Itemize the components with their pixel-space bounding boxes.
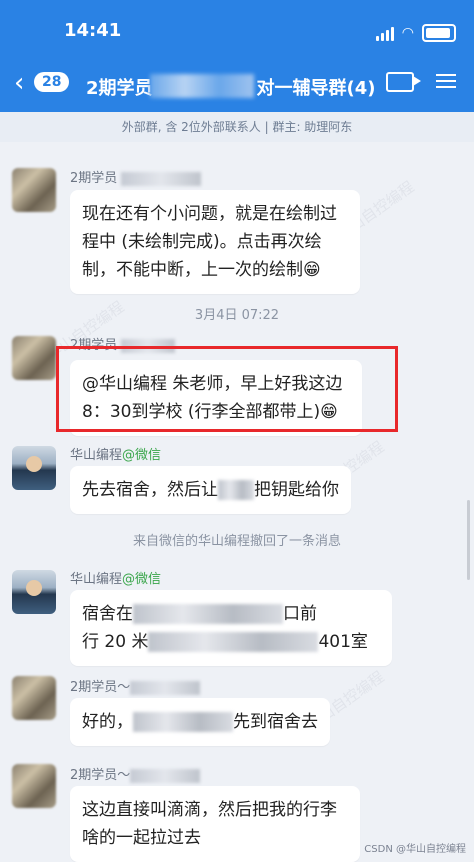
recall-notice: 来自微信的华山编程撤回了一条消息 bbox=[132, 534, 341, 549]
wifi-icon: ◠ bbox=[401, 25, 414, 41]
status-bar: 14:41 ◠ bbox=[0, 18, 474, 48]
sender-name: 2期学员～ bbox=[70, 676, 201, 695]
chat-header: 14:41 ◠ ‹ 28 2期学员 对一辅导群(4) bbox=[0, 0, 474, 112]
highlight-box bbox=[56, 346, 398, 432]
avatar[interactable] bbox=[12, 446, 56, 490]
unread-count-badge[interactable]: 28 bbox=[34, 72, 70, 92]
header-actions bbox=[386, 72, 456, 92]
avatar[interactable] bbox=[12, 168, 56, 212]
group-info-subtitle[interactable]: 外部群, 含 2位外部联系人 | 群主: 助理阿东 bbox=[0, 112, 474, 142]
menu-icon[interactable] bbox=[436, 72, 456, 92]
signal-icon bbox=[375, 25, 394, 41]
sender-name: 华山编程@微信 bbox=[70, 448, 162, 463]
video-call-icon[interactable] bbox=[386, 72, 421, 92]
message-bubble[interactable]: 现在还有个小问题，就是在绘制过程中 (未绘制完成)。点击再次绘制，不能中断，上一… bbox=[70, 190, 360, 294]
status-time: 14:41 bbox=[64, 20, 122, 41]
chat-title-end: 对一辅导群(4) bbox=[256, 78, 376, 99]
chat-title-start: 2期学员 bbox=[86, 78, 153, 99]
status-icons: ◠ bbox=[375, 24, 456, 42]
scrollbar[interactable] bbox=[467, 500, 470, 580]
back-arrow-icon[interactable]: ‹ bbox=[14, 70, 24, 96]
message-bubble[interactable]: 好的， 先到宿舍去 bbox=[70, 698, 330, 746]
avatar[interactable] bbox=[12, 764, 56, 808]
message-bubble[interactable]: 先去宿舍，然后让 把钥匙给你 bbox=[70, 466, 351, 514]
csdn-watermark: CSDN @华山自控编程 bbox=[364, 844, 466, 855]
sender-name: 2期学员～ bbox=[70, 764, 201, 783]
battery-icon bbox=[422, 24, 456, 42]
nav-bar: ‹ 28 2期学员 对一辅导群(4) bbox=[0, 66, 474, 102]
sender-name: 2期学员 bbox=[70, 167, 202, 186]
avatar[interactable] bbox=[12, 570, 56, 614]
avatar[interactable] bbox=[12, 676, 56, 720]
timestamp-divider: 3月4日 07:22 bbox=[194, 308, 280, 323]
sender-name: 华山编程@微信 bbox=[70, 572, 162, 587]
message-bubble[interactable]: 这边直接叫滴滴，然后把我的行李啥的一起拉过去 bbox=[70, 786, 360, 862]
message-bubble[interactable]: 宿舍在 口前 行 20 米 401室 bbox=[70, 590, 392, 666]
avatar[interactable] bbox=[12, 336, 56, 380]
redacted-title-region bbox=[150, 74, 254, 98]
